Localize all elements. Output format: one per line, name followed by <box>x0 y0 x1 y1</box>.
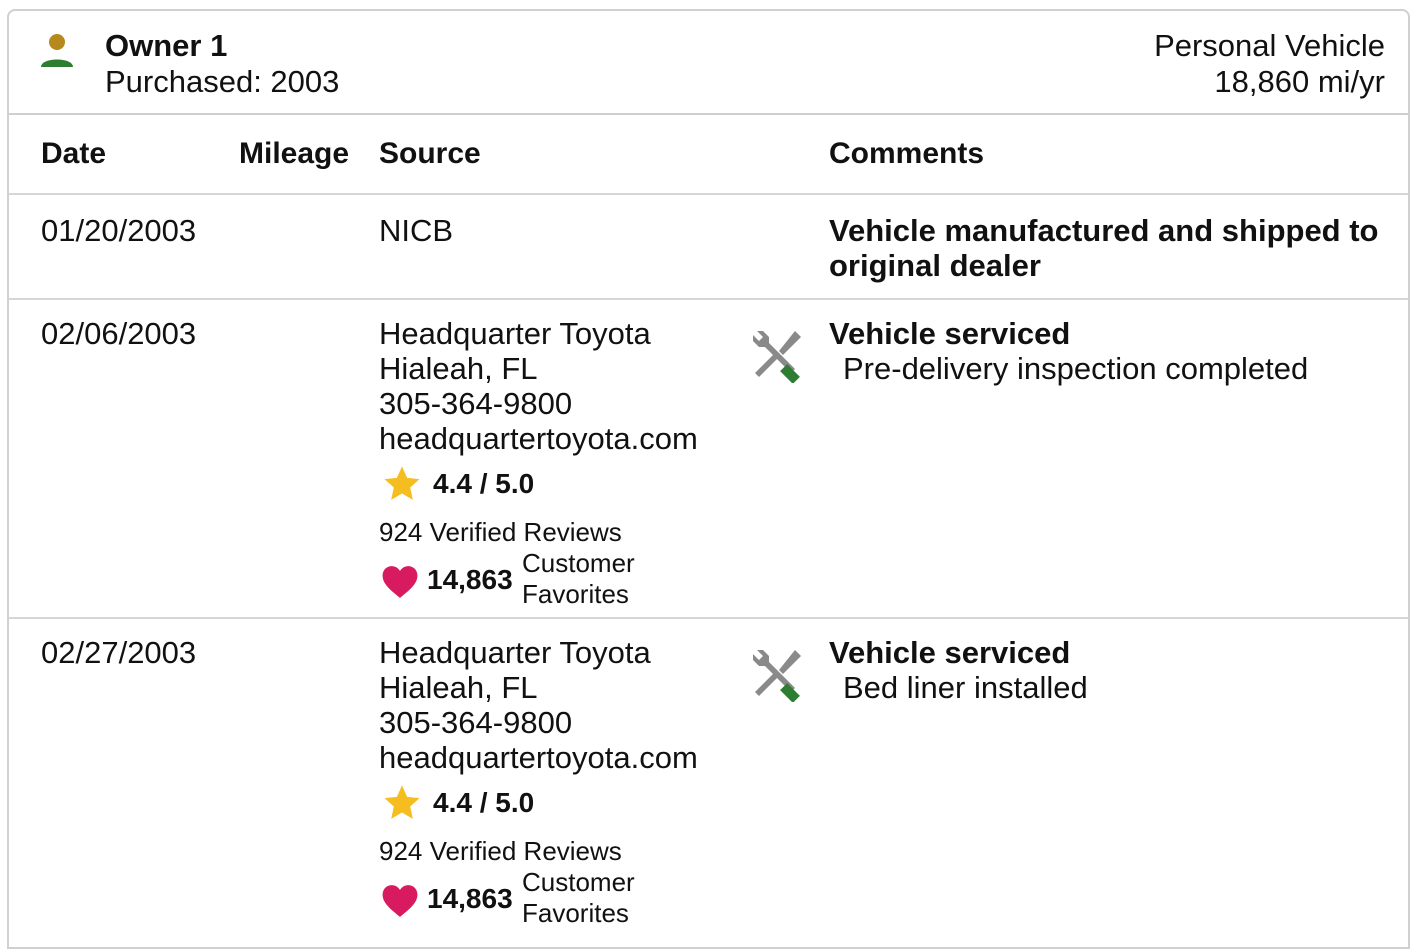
source-website-link[interactable]: headquartertoyota.com <box>379 740 739 775</box>
favorites-count: 14,863 <box>427 883 513 914</box>
wrench-screwdriver-icon <box>753 650 801 702</box>
column-header-comments: Comments <box>829 137 985 170</box>
column-header-date: Date <box>41 137 107 170</box>
owner-title: Owner 1 <box>105 28 228 63</box>
person-icon <box>41 34 73 67</box>
favorites-count: 14,863 <box>427 564 513 595</box>
column-header-mileage: Mileage <box>239 137 350 170</box>
heart-icon <box>382 566 418 598</box>
owner-history-panel: Owner 1 Purchased: 2003 Personal Vehicle… <box>7 9 1410 949</box>
record-comment: Vehicle manufactured and shipped to orig… <box>829 213 1389 283</box>
source-name: NICB <box>379 213 454 248</box>
owner-header: Owner 1 Purchased: 2003 Personal Vehicle… <box>9 11 1408 115</box>
vehicle-usage-type: Personal Vehicle <box>1154 28 1385 63</box>
record-source: Headquarter Toyota Hialeah, FL 305-364-9… <box>379 635 739 775</box>
favorites-label: Customer Favorites <box>522 867 635 928</box>
table-row: 01/20/2003 NICB Vehicle manufactured and… <box>9 195 1408 300</box>
annual-mileage: 18,860 mi/yr <box>1214 64 1385 99</box>
purchase-year: Purchased: 2003 <box>105 64 340 99</box>
favorites-label: Customer Favorites <box>522 548 635 609</box>
source-website-link[interactable]: headquartertoyota.com <box>379 421 739 456</box>
verified-reviews-link[interactable]: 924 Verified Reviews <box>379 836 622 866</box>
star-icon <box>384 466 420 500</box>
record-source: Headquarter Toyota Hialeah, FL 305-364-9… <box>379 316 739 456</box>
verified-reviews-link[interactable]: 924 Verified Reviews <box>379 517 622 547</box>
source-name: Headquarter Toyota <box>379 635 651 670</box>
source-location: Hialeah, FL <box>379 351 538 386</box>
comment-title: Vehicle manufactured and shipped to orig… <box>829 213 1379 283</box>
comment-title: Vehicle serviced <box>829 316 1071 351</box>
heart-icon <box>382 885 418 917</box>
source-location: Hialeah, FL <box>379 670 538 705</box>
record-date: 01/20/2003 <box>41 213 197 248</box>
record-comment: Vehicle serviced Pre-delivery inspection… <box>829 316 1389 386</box>
record-date: 02/06/2003 <box>41 316 197 351</box>
source-phone[interactable]: 305-364-9800 <box>379 386 739 421</box>
comment-title: Vehicle serviced <box>829 635 1071 670</box>
table-row: 02/27/2003 Headquarter Toyota Hialeah, F… <box>9 619 1408 947</box>
wrench-screwdriver-icon <box>753 331 801 383</box>
source-phone[interactable]: 305-364-9800 <box>379 705 739 740</box>
comment-detail: Pre-delivery inspection completed <box>843 351 1309 386</box>
rating-value: 4.4 / 5.0 <box>433 468 535 499</box>
star-icon <box>384 785 420 819</box>
rating-value: 4.4 / 5.0 <box>433 787 535 818</box>
source-name: Headquarter Toyota <box>379 316 651 351</box>
comment-detail: Bed liner installed <box>843 670 1088 705</box>
record-comment: Vehicle serviced Bed liner installed <box>829 635 1389 705</box>
record-source: NICB <box>379 213 739 248</box>
record-date: 02/27/2003 <box>41 635 197 670</box>
table-header: Date Mileage Source Comments <box>9 115 1408 195</box>
table-row: 02/06/2003 Headquarter Toyota Hialeah, F… <box>9 300 1408 619</box>
column-header-source: Source <box>379 137 481 170</box>
